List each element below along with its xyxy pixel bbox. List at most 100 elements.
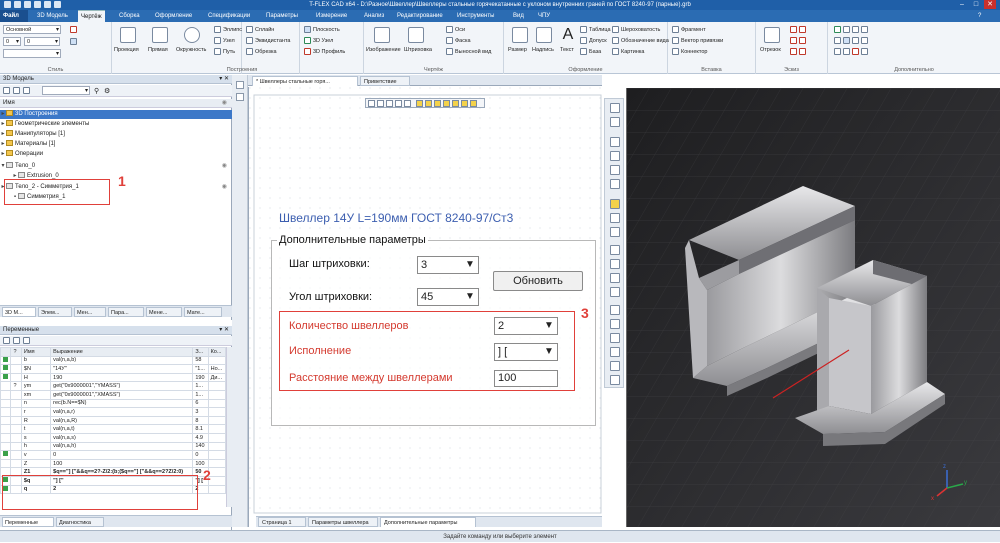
ruler-icon[interactable] xyxy=(610,287,620,297)
axis-button[interactable]: Оси xyxy=(446,26,465,33)
filter-icon[interactable] xyxy=(23,337,30,344)
tab-3d-model[interactable]: 3D Модель xyxy=(34,10,71,22)
spline-button[interactable]: Сплайн xyxy=(246,26,274,33)
line-style-combo[interactable] xyxy=(3,49,61,58)
tab-chpu[interactable]: ЧПУ xyxy=(535,10,553,22)
size-icon[interactable] xyxy=(512,27,528,43)
measure-icon[interactable] xyxy=(610,273,620,283)
layer-combo[interactable]: 0 xyxy=(3,37,21,46)
roughness-button[interactable]: Шероховатость xyxy=(612,26,660,33)
search-icon[interactable]: ⚲ xyxy=(94,87,99,95)
pin-icon[interactable]: ▾ ✕ xyxy=(219,75,229,84)
picture-button[interactable]: Картинка xyxy=(612,48,644,55)
col-value[interactable]: З... xyxy=(192,347,209,357)
sketch-spline-icon[interactable] xyxy=(790,48,808,55)
tree-item-manipulators[interactable]: ▸ Манипуляторы [1] xyxy=(0,130,232,139)
tree-item-operations[interactable]: ▸ Операции xyxy=(0,150,232,159)
tab-measure[interactable]: Измерение xyxy=(313,10,350,22)
zoom-all-icon[interactable] xyxy=(610,165,620,175)
forward-icon[interactable] xyxy=(13,87,20,94)
fragment-button[interactable]: Фрагмент xyxy=(672,26,706,33)
hatch-icon[interactable] xyxy=(408,27,424,43)
projection-button[interactable]: Проекция xyxy=(114,47,139,53)
hatch-angle-select[interactable]: 45 ▼ xyxy=(417,288,479,306)
circle-icon[interactable] xyxy=(184,27,200,43)
line-icon[interactable] xyxy=(152,27,168,43)
tab-analysis[interactable]: Анализ xyxy=(361,10,387,22)
help-icon[interactable]: ? xyxy=(975,10,984,22)
extra-tools-row-1[interactable] xyxy=(834,26,870,33)
table-button[interactable]: Таблица xyxy=(580,26,611,33)
page-tab-1[interactable]: Страница 1 xyxy=(258,517,306,527)
col-name[interactable]: Имя xyxy=(20,347,52,357)
close-icon[interactable]: ✕ xyxy=(984,0,996,9)
back-icon[interactable] xyxy=(3,87,10,94)
zoom-prev-icon[interactable] xyxy=(610,179,620,189)
extra-tools-row-3[interactable] xyxy=(834,48,870,55)
ellipse-button[interactable]: Эллипс xyxy=(214,26,242,33)
size-button[interactable]: Размер xyxy=(508,47,527,53)
snap-point-icon[interactable] xyxy=(416,100,423,107)
update-button[interactable]: Обновить xyxy=(493,271,583,291)
snap-icon[interactable] xyxy=(386,100,393,107)
home-icon[interactable] xyxy=(23,87,30,94)
style-combo[interactable]: Основной xyxy=(3,25,61,34)
snap-vector-button[interactable]: Вектор привязки xyxy=(672,37,723,44)
brush-icon[interactable] xyxy=(70,38,79,45)
text-icon[interactable]: A xyxy=(560,27,576,43)
page-icon[interactable] xyxy=(610,305,620,315)
segment-icon[interactable] xyxy=(764,27,780,43)
table-row[interactable]: b val(n,a,b) 58 xyxy=(0,355,227,366)
sketch-arc-icon[interactable] xyxy=(790,37,808,44)
image-icon[interactable] xyxy=(374,27,390,43)
extra-tools-row-2[interactable] xyxy=(834,37,870,44)
cube-icon[interactable] xyxy=(610,245,620,255)
tab-parameters[interactable]: Пара... xyxy=(108,307,144,317)
magnet-icon[interactable] xyxy=(610,117,620,127)
tab-params[interactable]: Параметры xyxy=(263,10,301,22)
tab-managers[interactable]: Мен... xyxy=(74,307,106,317)
page-icon[interactable] xyxy=(610,347,620,357)
snap-icon[interactable] xyxy=(368,100,375,107)
segment-button[interactable]: Отрезок xyxy=(760,47,781,53)
snap-icon[interactable] xyxy=(404,100,411,107)
line-button[interactable]: Прямая xyxy=(148,47,168,53)
node3d-button[interactable]: 3D Узел xyxy=(304,37,333,44)
palette-icon[interactable] xyxy=(70,26,79,33)
tab-diagnostics[interactable]: Диагностика xyxy=(56,517,104,527)
snap-point-icon[interactable] xyxy=(434,100,441,107)
page-tab-extra-params[interactable]: Дополнительные параметры xyxy=(380,517,476,527)
doc-tab-channels[interactable]: * Швеллеры стальные горя... xyxy=(252,76,358,86)
snap-point-icon[interactable] xyxy=(443,100,450,107)
grid-icon[interactable] xyxy=(610,199,620,209)
visibility-icon[interactable]: ◉ xyxy=(222,162,227,171)
maximize-icon[interactable]: □ xyxy=(970,0,982,9)
toolstrip-icon[interactable] xyxy=(236,93,244,101)
page-icon[interactable] xyxy=(610,319,620,329)
table-row[interactable]: n rec(b.N==$N) 6 xyxy=(0,398,227,409)
circle-button[interactable]: Окружность xyxy=(176,47,206,53)
profile3d-button[interactable]: 3D Профиль xyxy=(304,48,345,55)
text-button[interactable]: Текст xyxy=(560,47,574,53)
view-icon[interactable] xyxy=(610,227,620,237)
tab-variables[interactable]: Переменные xyxy=(2,517,54,527)
page-icon[interactable] xyxy=(610,375,620,385)
node-button[interactable]: Узел xyxy=(214,37,235,44)
count-select[interactable]: 2 ▼ xyxy=(494,317,558,335)
tab-elements[interactable]: Элем... xyxy=(38,307,72,317)
snap-point-icon[interactable] xyxy=(461,100,468,107)
tab-file[interactable]: Файл xyxy=(0,10,28,22)
add-variable-icon[interactable] xyxy=(3,337,10,344)
projection-icon[interactable] xyxy=(120,27,136,43)
connector-button[interactable]: Коннектор xyxy=(672,48,707,55)
tab-view[interactable]: Вид xyxy=(510,10,527,22)
snap-point-icon[interactable] xyxy=(452,100,459,107)
hatch-button[interactable]: Штриховка xyxy=(404,47,432,53)
tab-assembly[interactable]: Сборка xyxy=(116,10,143,22)
table-row[interactable]: Z 100 100 xyxy=(0,458,227,469)
table-row[interactable]: s val(n,a,s) 4.9 xyxy=(0,432,227,443)
table-row[interactable]: Rval(n,a,R) 8 xyxy=(0,415,227,426)
zoom-window-icon[interactable] xyxy=(610,103,620,113)
zoom-out-icon[interactable] xyxy=(610,151,620,161)
table-row[interactable]: v00 xyxy=(0,450,227,460)
